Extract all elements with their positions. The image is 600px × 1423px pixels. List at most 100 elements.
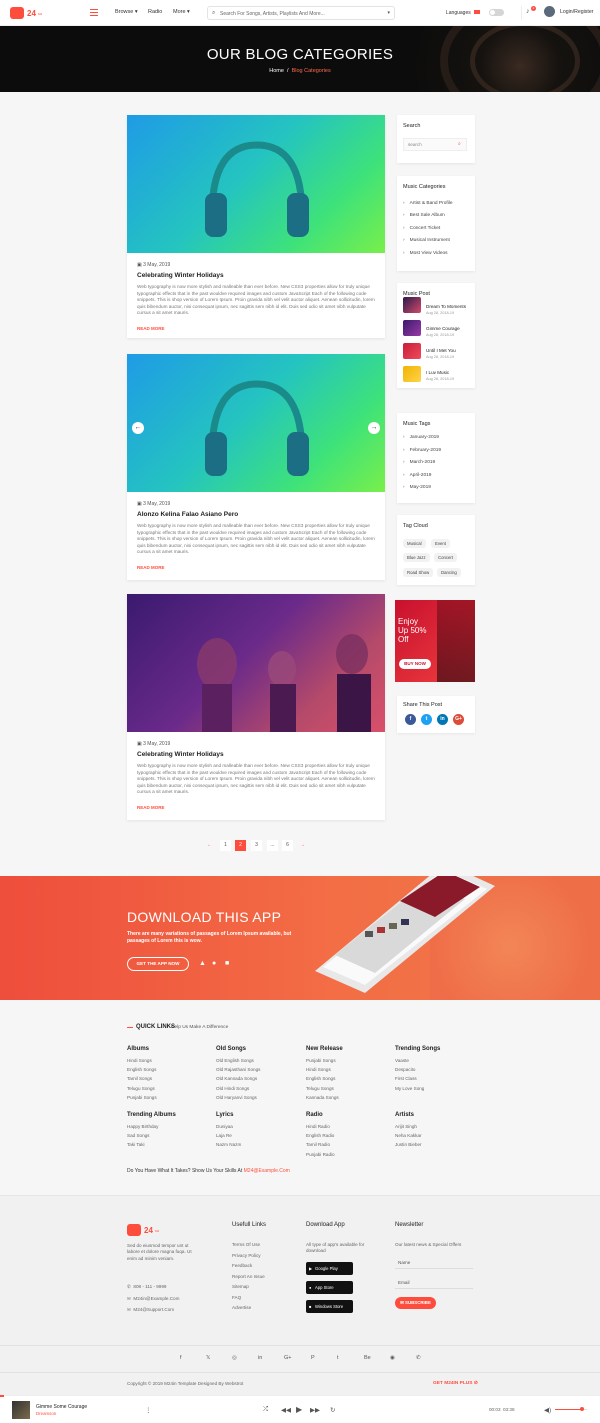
linkedin-icon[interactable]: in	[258, 1355, 262, 1361]
now-playing-artist[interactable]: Dreamson	[36, 1411, 56, 1416]
pinterest-icon[interactable]: P	[311, 1355, 315, 1361]
footer-useful-link[interactable]: Feedback	[232, 1263, 252, 1268]
bell-icon[interactable]: ♪	[526, 8, 530, 15]
slider-prev-button[interactable]: ←	[132, 422, 144, 434]
volume-slider[interactable]	[555, 1407, 587, 1411]
tag-cloud-item[interactable]: Event	[431, 539, 450, 548]
footer-useful-link[interactable]: Report An Issue	[232, 1274, 265, 1279]
quick-link[interactable]: My Love Song	[395, 1086, 424, 1091]
category-link[interactable]: › Most View Videos	[403, 251, 448, 256]
windows-store-button[interactable]: Windows Store	[306, 1300, 353, 1313]
shuffle-icon[interactable]: ⤮	[263, 1406, 268, 1414]
avatar[interactable]	[544, 6, 555, 17]
category-link[interactable]: › Artist & Band Profile	[403, 201, 453, 206]
quick-link[interactable]: Old Haryanvi Songs	[216, 1095, 257, 1100]
sidebar-search-input[interactable]: search ⌕	[403, 138, 467, 151]
google-plus-icon[interactable]: G+	[284, 1355, 292, 1361]
windows-icon[interactable]: ■	[225, 960, 229, 967]
pagination-page[interactable]: 1	[220, 840, 231, 851]
music-post-title[interactable]: I Luv Music	[426, 370, 449, 375]
post-image-slider[interactable]: ← →	[127, 354, 385, 492]
volume-icon[interactable]: ◀)	[544, 1406, 551, 1414]
tag-cloud-item[interactable]: Musical	[403, 539, 426, 548]
post-thumbnail[interactable]	[403, 343, 421, 359]
footer-useful-link[interactable]: FAQ	[232, 1295, 241, 1300]
login-link[interactable]: Login/Register	[560, 9, 593, 15]
logo-text[interactable]: 24	[27, 9, 36, 18]
quick-link[interactable]: English Songs	[127, 1067, 156, 1072]
quick-link[interactable]: Laja Re	[216, 1133, 232, 1138]
category-link[interactable]: › Concert Ticket	[403, 226, 440, 231]
footer-useful-link[interactable]: Sitemap	[232, 1284, 249, 1289]
post-image[interactable]	[127, 594, 385, 732]
instagram-icon[interactable]: ◎	[232, 1355, 237, 1361]
google-play-button[interactable]: Google Play	[306, 1262, 353, 1275]
post-thumbnail[interactable]	[403, 320, 421, 336]
quick-link[interactable]: Despacito	[395, 1067, 415, 1072]
next-icon[interactable]: ▶▶	[310, 1406, 320, 1414]
quick-link[interactable]: Punjabi Songs	[127, 1095, 157, 1100]
read-more-link[interactable]: READ MORE	[137, 565, 165, 570]
get-app-button[interactable]: GET THE APP NOW	[127, 957, 189, 971]
music-post-title[interactable]: Dream To Moments	[426, 304, 466, 309]
theme-toggle[interactable]	[489, 9, 504, 16]
tag-link[interactable]: › January-2019	[403, 435, 439, 440]
tag-link[interactable]: › May-2019	[403, 485, 431, 490]
slider-next-button[interactable]: →	[368, 422, 380, 434]
tag-link[interactable]: › February-2019	[403, 448, 441, 453]
search-input[interactable]: ⌕ Search For Songs, Artists, Playlists A…	[207, 6, 395, 20]
category-link[interactable]: › Musical Instrument	[403, 238, 450, 243]
pagination-next[interactable]: →	[297, 840, 308, 851]
pagination-page[interactable]: 3	[251, 840, 262, 851]
quick-link[interactable]: Punjabi Songs	[306, 1058, 336, 1063]
search-icon[interactable]: ⌕	[458, 141, 461, 147]
quick-link[interactable]: Vaaste	[395, 1058, 409, 1063]
quick-link[interactable]: Old Kannada Songs	[216, 1076, 257, 1081]
apple-icon[interactable]: ●	[212, 960, 216, 967]
languages-label[interactable]: Languages	[446, 10, 471, 16]
quick-link[interactable]: Arijit Singh	[395, 1124, 417, 1129]
nav-radio[interactable]: Radio	[148, 9, 162, 15]
whatsapp-icon[interactable]: ✆	[416, 1355, 421, 1361]
quick-link[interactable]: First Class	[395, 1076, 417, 1081]
tag-cloud-item[interactable]: Road Show	[403, 568, 434, 577]
post-title[interactable]: Alonzo Kelina Falao Asiano Pero	[137, 511, 238, 518]
tumblr-icon[interactable]: t	[337, 1355, 339, 1361]
footer-useful-link[interactable]: Advertise	[232, 1305, 251, 1310]
skills-email-link[interactable]: M24@Example.Com	[244, 1168, 290, 1174]
volume-handle[interactable]	[580, 1407, 584, 1411]
play-icon[interactable]: ▶	[296, 1405, 302, 1414]
twitter-icon[interactable]: t	[421, 714, 432, 725]
music-post-title[interactable]: Until I Met You	[426, 348, 456, 353]
quick-link[interactable]: Hindi Songs	[127, 1058, 152, 1063]
pagination-page[interactable]: 6	[282, 840, 293, 851]
google-plus-icon[interactable]: G+	[453, 714, 464, 725]
quick-link[interactable]: Justin Bieber	[395, 1142, 422, 1147]
previous-icon[interactable]: ◀◀	[281, 1406, 291, 1414]
footer-email[interactable]: ✉ M24in@Example.Com	[127, 1296, 179, 1302]
nav-browse[interactable]: Browse ▾	[115, 9, 138, 15]
quick-link[interactable]: Happy Birthday	[127, 1124, 158, 1129]
quick-link[interactable]: Taki Taki	[127, 1142, 145, 1147]
footer-logo-text[interactable]: 24	[144, 1226, 153, 1235]
facebook-icon[interactable]: f	[180, 1355, 182, 1361]
post-title[interactable]: Celebrating Winter Holidays	[137, 272, 224, 279]
facebook-icon[interactable]: f	[405, 714, 416, 725]
quick-link[interactable]: Tamil Songs	[127, 1076, 152, 1081]
more-options-icon[interactable]: ⋮	[145, 1406, 152, 1414]
quick-link[interactable]: Kannada Songs	[306, 1095, 339, 1100]
quick-link[interactable]: Telugu Songs	[306, 1086, 334, 1091]
quick-link[interactable]: Hindi Radio	[306, 1124, 330, 1129]
quick-link[interactable]: English Songs	[306, 1076, 335, 1081]
pagination-page-active[interactable]: 2	[235, 840, 246, 851]
post-thumbnail[interactable]	[403, 366, 421, 382]
album-art[interactable]	[12, 1401, 30, 1419]
read-more-link[interactable]: READ MORE	[137, 326, 165, 331]
footer-email[interactable]: ✉ M24@Support.Com	[127, 1307, 174, 1313]
quick-link[interactable]: Old Rajasthani Songs	[216, 1067, 260, 1072]
subscribe-button[interactable]: ✉ SUBSCRIBE	[395, 1297, 436, 1309]
quick-link[interactable]: Punjabi Radio	[306, 1152, 335, 1157]
quick-link[interactable]: English Radio	[306, 1133, 334, 1138]
tag-cloud-item[interactable]: Dancing	[437, 568, 461, 577]
promo-banner[interactable]: Enjoy Up 50% Off BUY NOW	[395, 600, 475, 682]
